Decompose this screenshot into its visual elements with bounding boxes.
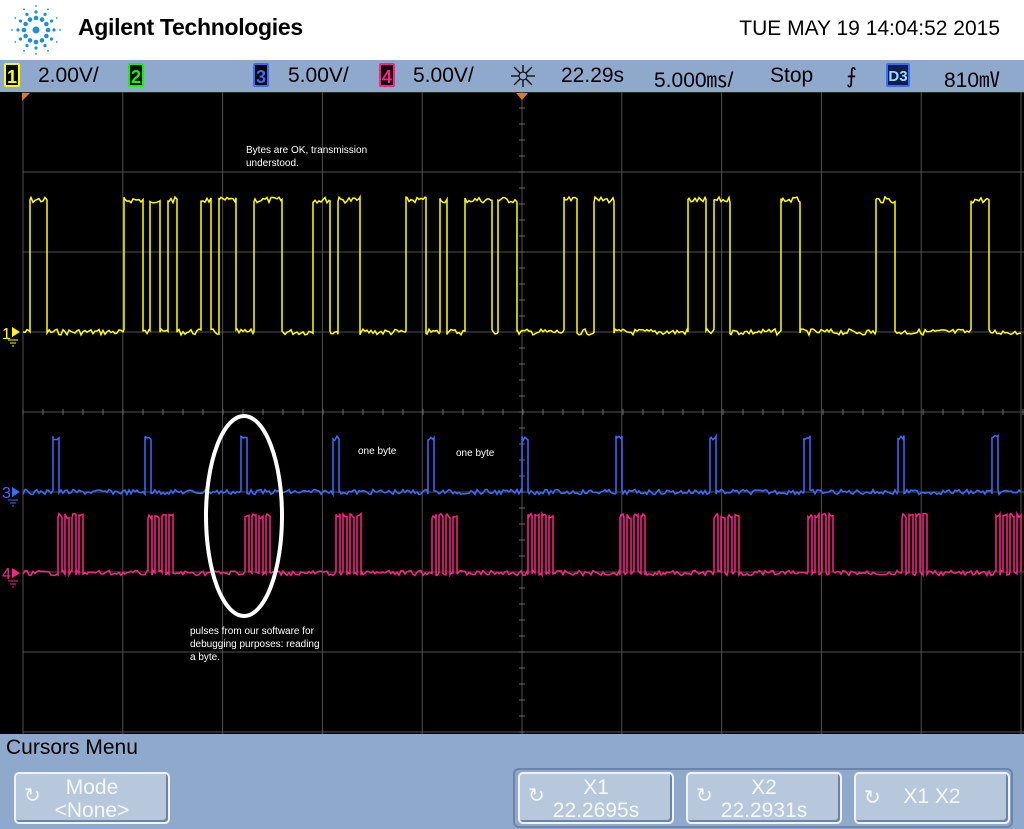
menu-title: Cursors Menu <box>6 736 138 759</box>
rotate-knob-icon: ↻ <box>696 785 713 807</box>
channel-1-ground-marker[interactable]: 1 <box>2 326 20 347</box>
annotation-one-byte-1: one byte <box>358 446 397 457</box>
channel-3-badge[interactable]: 3 <box>253 63 269 87</box>
channel-3-ground-marker[interactable]: 3 <box>2 485 20 507</box>
x1-softkey[interactable]: ↻ X1 22.2695s <box>518 772 674 824</box>
status-bar: 1 2.00V/ 2 3 5.00V/ 4 5.00V/ 22.29s 5.00… <box>0 60 1024 92</box>
time-reference-value[interactable]: 22.29s <box>561 64 624 88</box>
brand-name: Agilent Technologies <box>78 14 303 40</box>
channel-4-scale[interactable]: 5.00V/ <box>413 64 474 88</box>
date-time-display: TUE MAY 19 14:04:52 2015 <box>739 17 1000 40</box>
annotation-debug-pulses: pulses from our software for debugging p… <box>190 626 320 663</box>
trigger-position-marker[interactable] <box>516 93 528 100</box>
waveform-canvas[interactable]: 1 3 4 <box>0 92 1024 734</box>
time-reference-icon <box>511 65 535 87</box>
channel-4-ground-marker[interactable]: 4 <box>2 566 20 588</box>
x1x2-softkey[interactable]: ↻ X1 X2 <box>854 772 1010 824</box>
rotate-knob-icon: ↻ <box>864 787 881 809</box>
svg-text:3: 3 <box>2 485 11 502</box>
channel-2-badge[interactable]: 2 <box>128 63 144 87</box>
mode-softkey[interactable]: ↻ Mode <None> <box>14 772 170 824</box>
rotate-knob-icon: ↻ <box>24 785 41 807</box>
run-state[interactable]: Stop <box>770 64 813 88</box>
waveform-display[interactable]: 1 3 4 Bytes are OK, transmission underst… <box>0 92 1024 734</box>
softkey-menu: Cursors Menu ↻ Mode <None> ↻ X1 22.2695s… <box>0 734 1024 829</box>
x1x2-label: X1 X2 <box>903 785 961 808</box>
header-bar: Agilent Technologies TUE MAY 19 14:04:52… <box>0 0 1024 60</box>
agilent-spark-logo-icon <box>11 5 61 55</box>
trigger-level-value[interactable]: 810㎷ <box>944 64 1000 94</box>
channel-3-scale[interactable]: 5.00V/ <box>288 64 349 88</box>
trigger-edge-icon[interactable]: ⨍ <box>846 64 857 89</box>
graticule-grid <box>22 92 1024 734</box>
annotation-bytes-ok: Bytes are OK, transmission understood. <box>246 145 368 169</box>
timebase-value[interactable]: 5.000㎳/ <box>654 64 733 94</box>
trigger-source-badge[interactable]: D3 <box>886 63 910 87</box>
svg-text:4: 4 <box>2 566 11 583</box>
channel-1-scale[interactable]: 2.00V/ <box>38 64 99 88</box>
rotate-knob-icon: ↻ <box>528 785 545 807</box>
annotation-one-byte-2: one byte <box>456 448 495 459</box>
x2-softkey[interactable]: ↻ X2 22.2931s <box>686 772 842 824</box>
channel-4-badge[interactable]: 4 <box>379 63 395 87</box>
channel-1-badge[interactable]: 1 <box>4 63 20 87</box>
channel-3-trace <box>22 433 1022 498</box>
